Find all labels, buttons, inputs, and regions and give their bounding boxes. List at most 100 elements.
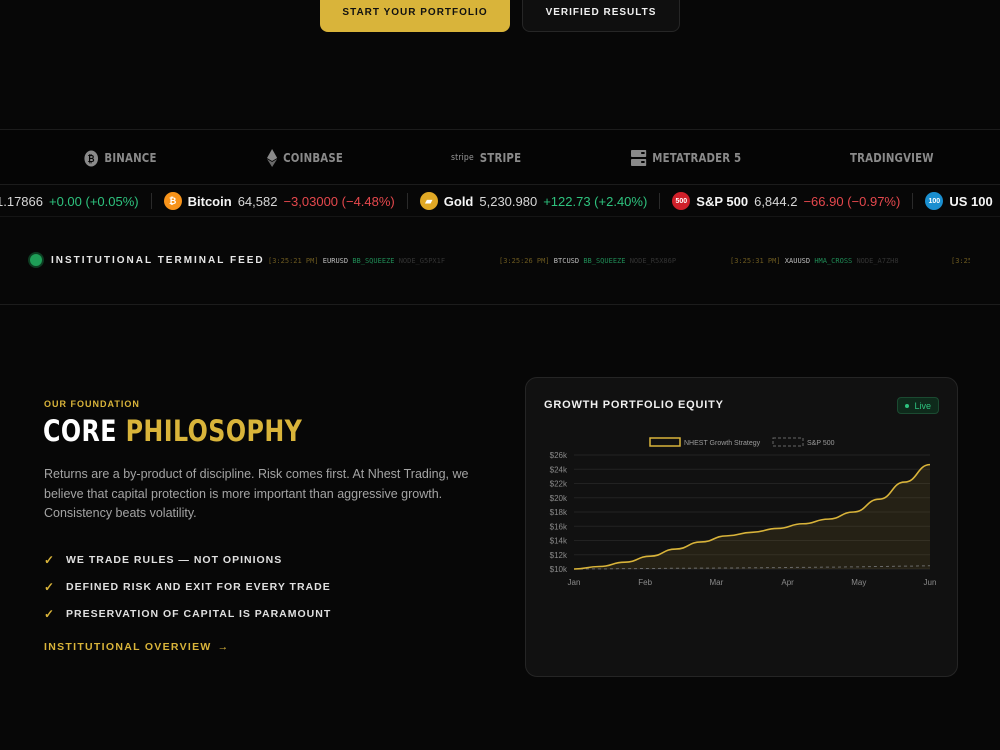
legend-label-sp500: S&P 500 bbox=[807, 440, 835, 447]
feed-node: NODE_G5PX1F bbox=[398, 257, 446, 265]
x-tick-label: May bbox=[851, 578, 866, 587]
arrow-right-icon: → bbox=[217, 641, 230, 653]
ethereum-icon bbox=[267, 149, 278, 167]
rule-item: ✓ WE TRADE RULES — NOT OPINIONS bbox=[44, 546, 331, 573]
broker-name: METATRADER 5 bbox=[652, 151, 742, 165]
x-tick-label: Jan bbox=[568, 578, 581, 587]
feed-entry: [3:25 bbox=[951, 257, 970, 265]
ticker-item: 500 S&P 500 6,844.2 −66.90 (−0.97%) bbox=[660, 192, 914, 210]
check-icon: ✓ bbox=[44, 552, 56, 567]
section-eyebrow: OUR FOUNDATION bbox=[44, 399, 140, 409]
ticker-item: ▰ Gold 5,230.980 +122.73 (+2.40%) bbox=[408, 192, 661, 210]
x-tick-label: Jun bbox=[924, 578, 937, 587]
y-tick-label: $16k bbox=[550, 522, 568, 531]
rule-item: ✓ PRESERVATION OF CAPITAL IS PARAMOUNT bbox=[44, 600, 331, 627]
terminal-feed: INSTITUTIONAL TERMINAL FEED [3:25:21 PM]… bbox=[0, 217, 1000, 305]
rule-text: DEFINED RISK AND EXIT FOR EVERY TRADE bbox=[66, 580, 331, 593]
feed-signal: BB_SQUEEZE bbox=[352, 257, 395, 265]
live-status-dot-icon bbox=[30, 254, 42, 266]
ticker-change: +0.00 (+0.05%) bbox=[49, 193, 139, 209]
ticker-change: +122.73 (+2.40%) bbox=[543, 193, 648, 209]
us100-icon: 100 bbox=[925, 192, 944, 210]
ticker-price: 64,582 bbox=[237, 193, 278, 209]
section-title: CORE PHILOSOPHY bbox=[43, 414, 302, 448]
broker-name: BINANCE bbox=[104, 151, 157, 165]
svg-text:₿: ₿ bbox=[88, 153, 95, 165]
feed-timestamp: [3:25:31 PM] bbox=[730, 257, 781, 265]
ticker-name: S&P 500 bbox=[696, 193, 749, 209]
y-tick-label: $12k bbox=[550, 551, 568, 560]
y-tick-label: $22k bbox=[550, 480, 568, 489]
feed-label: INSTITUTIONAL TERMINAL FEED bbox=[30, 254, 265, 266]
ticker-change: −66.90 (−0.97%) bbox=[803, 193, 901, 209]
legend-label-growth: NHEST Growth Strategy bbox=[684, 440, 761, 447]
legend-swatch-growth bbox=[649, 437, 681, 447]
ticker-price: 1.17866 bbox=[0, 193, 43, 209]
verified-results-button[interactable]: VERIFIED RESULTS bbox=[522, 0, 680, 32]
institutional-overview-link[interactable]: INSTITUTIONAL OVERVIEW → bbox=[44, 641, 229, 653]
broker-tradingview: TRADINGVIEW bbox=[850, 130, 934, 186]
ticker-item: ₿ Bitcoin 64,582 −3,03000 (−4.48%) bbox=[152, 192, 408, 210]
equity-chart-card: GROWTH PORTFOLIO EQUITY Live $10k $12k $14… bbox=[525, 377, 958, 677]
feed-symbol: BTCUSD bbox=[553, 257, 580, 265]
feed-symbol: XAUUSD bbox=[784, 257, 811, 265]
feed-signal: HMA_CROSS bbox=[814, 257, 853, 265]
title-word-philosophy: PHILOSOPHY bbox=[125, 414, 303, 448]
feed-timestamp: [3:25:26 PM] bbox=[499, 257, 550, 265]
check-icon: ✓ bbox=[44, 606, 56, 621]
gold-bars-icon: ▰ bbox=[419, 192, 438, 210]
equity-line-chart: $10k $12k $14k $16k $18k $20k $22k $24k $26k Jan F… bbox=[550, 437, 937, 587]
y-tick-label: $24k bbox=[550, 465, 568, 474]
growth-area-fill bbox=[574, 464, 930, 569]
y-tick-label: $10k bbox=[550, 565, 568, 574]
feed-signal: BB_SQUEEZE bbox=[583, 257, 626, 265]
feed-timestamp: [3:25 bbox=[951, 257, 970, 265]
ticker-item: 1.17866 +0.00 (+0.05%) bbox=[0, 193, 152, 209]
broker-stripe: stripe STRIPE bbox=[451, 130, 521, 186]
broker-name: TRADINGVIEW bbox=[850, 151, 934, 165]
ticker-name: Gold bbox=[443, 193, 474, 209]
price-ticker: 1.17866 +0.00 (+0.05%) ₿ Bitcoin 64,582 −3,03… bbox=[0, 185, 1000, 217]
title-word-core: CORE bbox=[43, 414, 117, 448]
feed-node: NODE_R5X86P bbox=[629, 257, 677, 265]
overview-link-text: INSTITUTIONAL OVERVIEW bbox=[44, 641, 212, 653]
rule-item: ✓ DEFINED RISK AND EXIT FOR EVERY TRADE bbox=[44, 573, 331, 600]
ticker-track: 1.17866 +0.00 (+0.05%) ₿ Bitcoin 64,582 −3,03… bbox=[0, 185, 1000, 216]
rules-list: ✓ WE TRADE RULES — NOT OPINIONS ✓ DEFINED … bbox=[44, 546, 331, 627]
broker-binance: ₿ BINANCE bbox=[84, 130, 157, 186]
server-icon bbox=[631, 150, 647, 166]
feed-timestamp: [3:25:21 PM] bbox=[268, 257, 319, 265]
ticker-item: 100 US 100 bbox=[913, 192, 1000, 210]
bitcoin-icon: ₿ bbox=[163, 192, 182, 210]
ticker-name: US 100 bbox=[949, 193, 993, 209]
feed-symbol: EURUSD bbox=[322, 257, 349, 265]
start-portfolio-button[interactable]: START YOUR PORTFOLIO bbox=[320, 0, 510, 32]
feed-node: NODE_A7ZH8 bbox=[856, 257, 899, 265]
feed-entry: [3:25:31 PM] XAUUSD HMA_CROSS NODE_A7ZH8 bbox=[730, 257, 899, 265]
ticker-change: −3,03000 (−4.48%) bbox=[283, 193, 395, 209]
stripe-logo: stripe bbox=[451, 153, 474, 163]
broker-coinbase: COINBASE bbox=[267, 130, 343, 186]
feed-entry: [3:25:26 PM] BTCUSD BB_SQUEEZE NODE_R5X8… bbox=[499, 257, 676, 265]
ticker-price: 5,230.980 bbox=[479, 193, 538, 209]
legend-swatch-sp500 bbox=[772, 437, 804, 447]
broker-logos-strip: ₿ BINANCE COINBASE stripe STRIPE METATRA… bbox=[0, 129, 1000, 185]
broker-name: STRIPE bbox=[479, 151, 522, 165]
rule-text: WE TRADE RULES — NOT OPINIONS bbox=[66, 553, 283, 566]
section-description: Returns are a by-product of discipline. … bbox=[44, 467, 469, 520]
sp500-icon: 500 bbox=[672, 192, 691, 210]
y-tick-label: $18k bbox=[550, 508, 568, 517]
check-icon: ✓ bbox=[44, 579, 56, 594]
x-tick-label: Feb bbox=[638, 578, 652, 587]
x-tick-label: Apr bbox=[781, 578, 794, 587]
y-tick-label: $14k bbox=[550, 537, 568, 546]
broker-metatrader: METATRADER 5 bbox=[631, 130, 741, 186]
x-tick-label: Mar bbox=[710, 578, 724, 587]
feed-stream: [3:25:21 PM] EURUSD BB_SQUEEZE NODE_G5PX… bbox=[268, 254, 970, 268]
y-tick-label: $26k bbox=[550, 451, 568, 460]
cta-row: START YOUR PORTFOLIO VERIFIED RESULTS bbox=[0, 0, 1000, 40]
broker-name: COINBASE bbox=[283, 151, 343, 165]
ticker-price: 6,844.2 bbox=[754, 193, 798, 209]
binance-coin-icon: ₿ bbox=[84, 150, 99, 167]
feed-entry: [3:25:21 PM] EURUSD BB_SQUEEZE NODE_G5PX… bbox=[268, 257, 445, 265]
